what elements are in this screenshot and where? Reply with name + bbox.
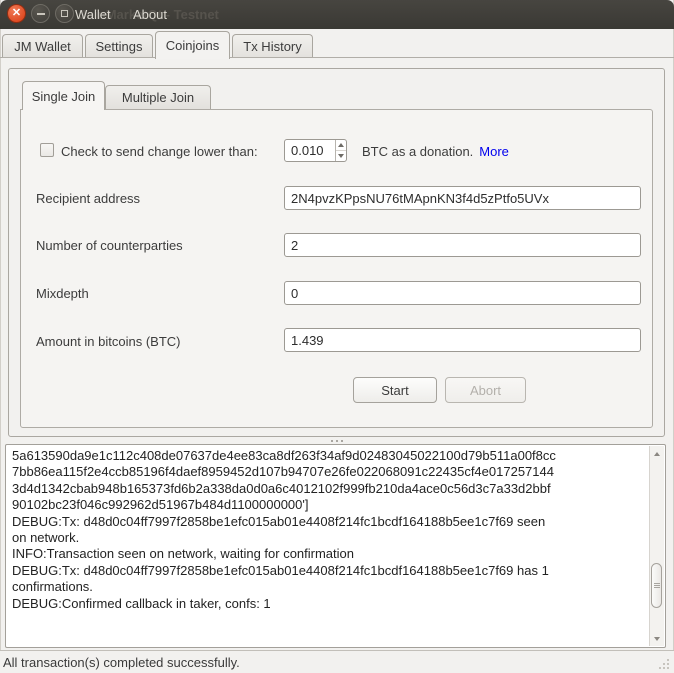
titlebar: ✕ JoinMarketQt - Testnet Wallet About xyxy=(0,0,674,29)
donation-suffix-row: BTC as a donation. More xyxy=(362,144,509,159)
recipient-address-label: Recipient address xyxy=(36,191,140,206)
amount-btc-input[interactable] xyxy=(284,328,641,352)
minimize-icon xyxy=(37,13,45,15)
scroll-down-icon xyxy=(654,637,660,641)
status-bar: All transaction(s) completed successfull… xyxy=(0,650,674,673)
tab-jm-wallet[interactable]: JM Wallet xyxy=(2,34,83,58)
spinbox-up-button[interactable] xyxy=(336,140,346,151)
scrollbar-up-button[interactable] xyxy=(650,447,664,460)
donation-more-link[interactable]: More xyxy=(479,144,509,159)
tab-single-join[interactable]: Single Join xyxy=(22,81,105,110)
amount-btc-label: Amount in bitcoins (BTC) xyxy=(36,334,181,349)
log-output-box: 5a613590da9e1c112c408de07637de4ee83ca8df… xyxy=(5,444,666,648)
maximize-icon xyxy=(61,10,68,17)
log-output-text[interactable]: 5a613590da9e1c112c408de07637de4ee83ca8df… xyxy=(7,446,648,646)
scrollbar-grip-icon xyxy=(654,583,660,588)
status-message: All transaction(s) completed successfull… xyxy=(3,651,240,673)
donation-checkbox[interactable] xyxy=(40,143,54,157)
scroll-up-icon xyxy=(654,452,660,456)
donation-checkbox-label[interactable]: Check to send change lower than: xyxy=(61,144,258,159)
minimize-button[interactable] xyxy=(31,4,50,23)
recipient-address-input[interactable] xyxy=(284,186,641,210)
abort-button[interactable]: Abort xyxy=(445,377,526,403)
log-scrollbar[interactable] xyxy=(649,446,664,646)
tabbar-baseline xyxy=(0,57,674,58)
donation-amount-spinbox[interactable] xyxy=(284,139,347,162)
tab-multiple-join[interactable]: Multiple Join xyxy=(105,85,211,110)
tab-settings[interactable]: Settings xyxy=(85,34,153,58)
menu-item-wallet[interactable]: Wallet xyxy=(75,7,111,22)
counterparties-input[interactable] xyxy=(284,233,641,257)
counterparties-label: Number of counterparties xyxy=(36,238,183,253)
splitter-grip-icon xyxy=(331,440,344,442)
tab-coinjoins[interactable]: Coinjoins xyxy=(155,31,230,59)
mixdepth-label: Mixdepth xyxy=(36,286,89,301)
app-window: ✕ JoinMarketQt - Testnet Wallet About JM… xyxy=(0,0,674,673)
tab-tx-history[interactable]: Tx History xyxy=(232,34,313,58)
start-button[interactable]: Start xyxy=(353,377,437,403)
maximize-button[interactable] xyxy=(55,4,74,23)
spinbox-buttons xyxy=(335,140,346,161)
spinbox-down-button[interactable] xyxy=(336,151,346,161)
scrollbar-down-button[interactable] xyxy=(650,632,664,645)
mixdepth-input[interactable] xyxy=(284,281,641,305)
donation-suffix-label: BTC as a donation. xyxy=(362,144,473,159)
close-icon: ✕ xyxy=(12,8,21,19)
arrow-up-icon xyxy=(338,143,344,147)
scrollbar-thumb[interactable] xyxy=(651,563,662,608)
resize-grip[interactable] xyxy=(667,667,669,669)
donation-amount-input[interactable] xyxy=(285,140,335,161)
menu-item-about[interactable]: About xyxy=(133,7,167,22)
arrow-down-icon xyxy=(338,154,344,158)
close-button[interactable]: ✕ xyxy=(7,4,26,23)
